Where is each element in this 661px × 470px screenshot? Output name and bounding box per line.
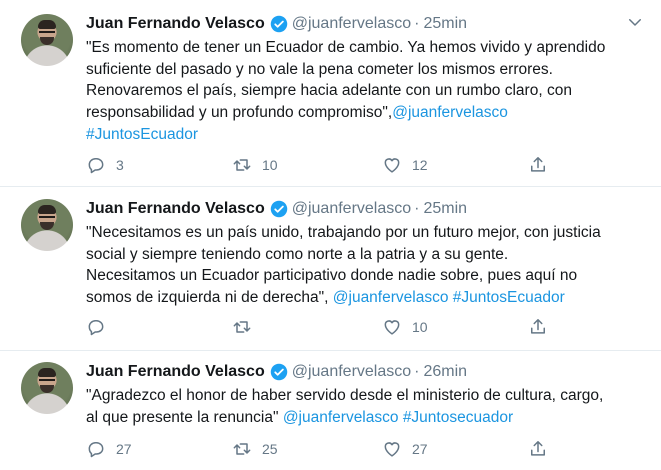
reply-button[interactable]	[86, 315, 116, 339]
tweet-header: Juan Fernando Velasco @juanfervelasco · …	[86, 361, 467, 383]
tweet-text-line: Necesitamos un Ecuador participativo don…	[86, 267, 578, 285]
author-name[interactable]: Juan Fernando Velasco	[86, 15, 265, 33]
tweet-text-line: "Es momento de tener un Ecuador de cambi…	[86, 39, 606, 56]
tweet-actions: 27 25 27	[86, 437, 556, 461]
tweet-actions: 10	[86, 315, 556, 339]
tweet-text: "Es momento de tener un Ecuador de cambi…	[86, 37, 652, 146]
tweet-text-line: Renovaremos el país, siempre hacia adela…	[86, 82, 572, 100]
tweet-text-line: "Agradezco el honor de haber servido des…	[86, 387, 604, 404]
retweet-button[interactable]: 25	[232, 437, 278, 461]
tweet-text-line: "Necesitamos es un país unido, trabajand…	[86, 224, 601, 241]
reply-button[interactable]: 3	[86, 153, 124, 177]
tweet-text-line: al que presente la renuncia"	[86, 408, 283, 426]
chevron-down-icon[interactable]	[626, 13, 644, 31]
retweet-button[interactable]	[232, 315, 262, 339]
tweet[interactable]: Juan Fernando Velasco @juanfervelasco · …	[0, 187, 661, 351]
timestamp[interactable]: 26min	[423, 363, 467, 381]
verified-badge-icon	[270, 363, 287, 381]
hashtag-link[interactable]: #JuntosEcuador	[86, 126, 198, 143]
retweet-icon	[233, 321, 251, 333]
tweet[interactable]: Juan Fernando Velasco @juanfervelasco · …	[0, 351, 661, 470]
avatar[interactable]	[21, 362, 73, 414]
reply-icon	[88, 442, 104, 458]
tweet-header: Juan Fernando Velasco @juanfervelasco · …	[86, 13, 467, 35]
heart-icon	[384, 320, 400, 335]
tweet-text-line: social y siempre teniendo como norte a l…	[86, 245, 509, 263]
share-button[interactable]	[528, 153, 548, 177]
retweet-icon	[233, 159, 251, 171]
retweet-count: 10	[262, 157, 278, 173]
verified-badge-icon	[270, 15, 287, 33]
verified-badge-icon	[270, 200, 287, 218]
like-count: 10	[412, 319, 428, 335]
author-name[interactable]: Juan Fernando Velasco	[86, 363, 265, 381]
separator: ·	[414, 200, 420, 217]
timestamp[interactable]: 25min	[423, 200, 467, 218]
reply-count: 3	[116, 157, 124, 173]
tweet-header: Juan Fernando Velasco @juanfervelasco · …	[86, 198, 467, 220]
tweet[interactable]: Juan Fernando Velasco @juanfervelasco · …	[0, 0, 661, 187]
reply-icon	[88, 320, 104, 336]
reply-icon	[88, 158, 104, 174]
author-handle[interactable]: @juanfervelasco	[292, 15, 411, 33]
tweet-text-line: somos de izquierda ni de derecha",	[86, 289, 333, 307]
share-icon	[531, 441, 545, 456]
tweet-text: "Necesitamos es un país unido, trabajand…	[86, 222, 652, 309]
share-button[interactable]	[528, 437, 548, 461]
author-name[interactable]: Juan Fernando Velasco	[86, 200, 265, 218]
mention-link[interactable]: @juanfervelasco	[392, 104, 508, 121]
separator: ·	[414, 363, 420, 380]
timestamp[interactable]: 25min	[423, 15, 467, 33]
retweet-count: 25	[262, 441, 278, 457]
heart-icon	[384, 158, 400, 173]
retweet-button[interactable]: 10	[232, 153, 278, 177]
like-button[interactable]: 12	[382, 153, 428, 177]
reply-count: 27	[116, 441, 132, 457]
mention-link[interactable]: @juanfervelasco	[283, 409, 399, 426]
share-button[interactable]	[528, 315, 548, 339]
like-button[interactable]: 27	[382, 437, 428, 461]
author-handle[interactable]: @juanfervelasco	[292, 363, 411, 381]
like-count: 12	[412, 157, 428, 173]
reply-button[interactable]: 27	[86, 437, 132, 461]
share-icon	[531, 319, 545, 334]
author-handle[interactable]: @juanfervelasco	[292, 200, 411, 218]
mention-link[interactable]: @juanfervelasco	[333, 289, 449, 306]
share-icon	[531, 157, 545, 172]
heart-icon	[384, 442, 400, 457]
avatar[interactable]	[21, 14, 73, 66]
hashtag-link[interactable]: #JuntosEcuador	[453, 289, 565, 306]
tweet-text-line: suficiente del pasado y no vale la pena …	[86, 60, 553, 78]
tweet-text-line: responsabilidad y un profundo compromiso…	[86, 104, 393, 122]
tweet-text: "Agradezco el honor de haber servido des…	[86, 385, 652, 428]
retweet-icon	[233, 443, 251, 455]
like-count: 27	[412, 441, 428, 457]
hashtag-link[interactable]: #Juntosecuador	[403, 409, 513, 426]
like-button[interactable]: 10	[382, 315, 428, 339]
avatar[interactable]	[21, 199, 73, 251]
separator: ·	[414, 15, 420, 32]
tweet-actions: 3 10 12	[86, 153, 556, 177]
